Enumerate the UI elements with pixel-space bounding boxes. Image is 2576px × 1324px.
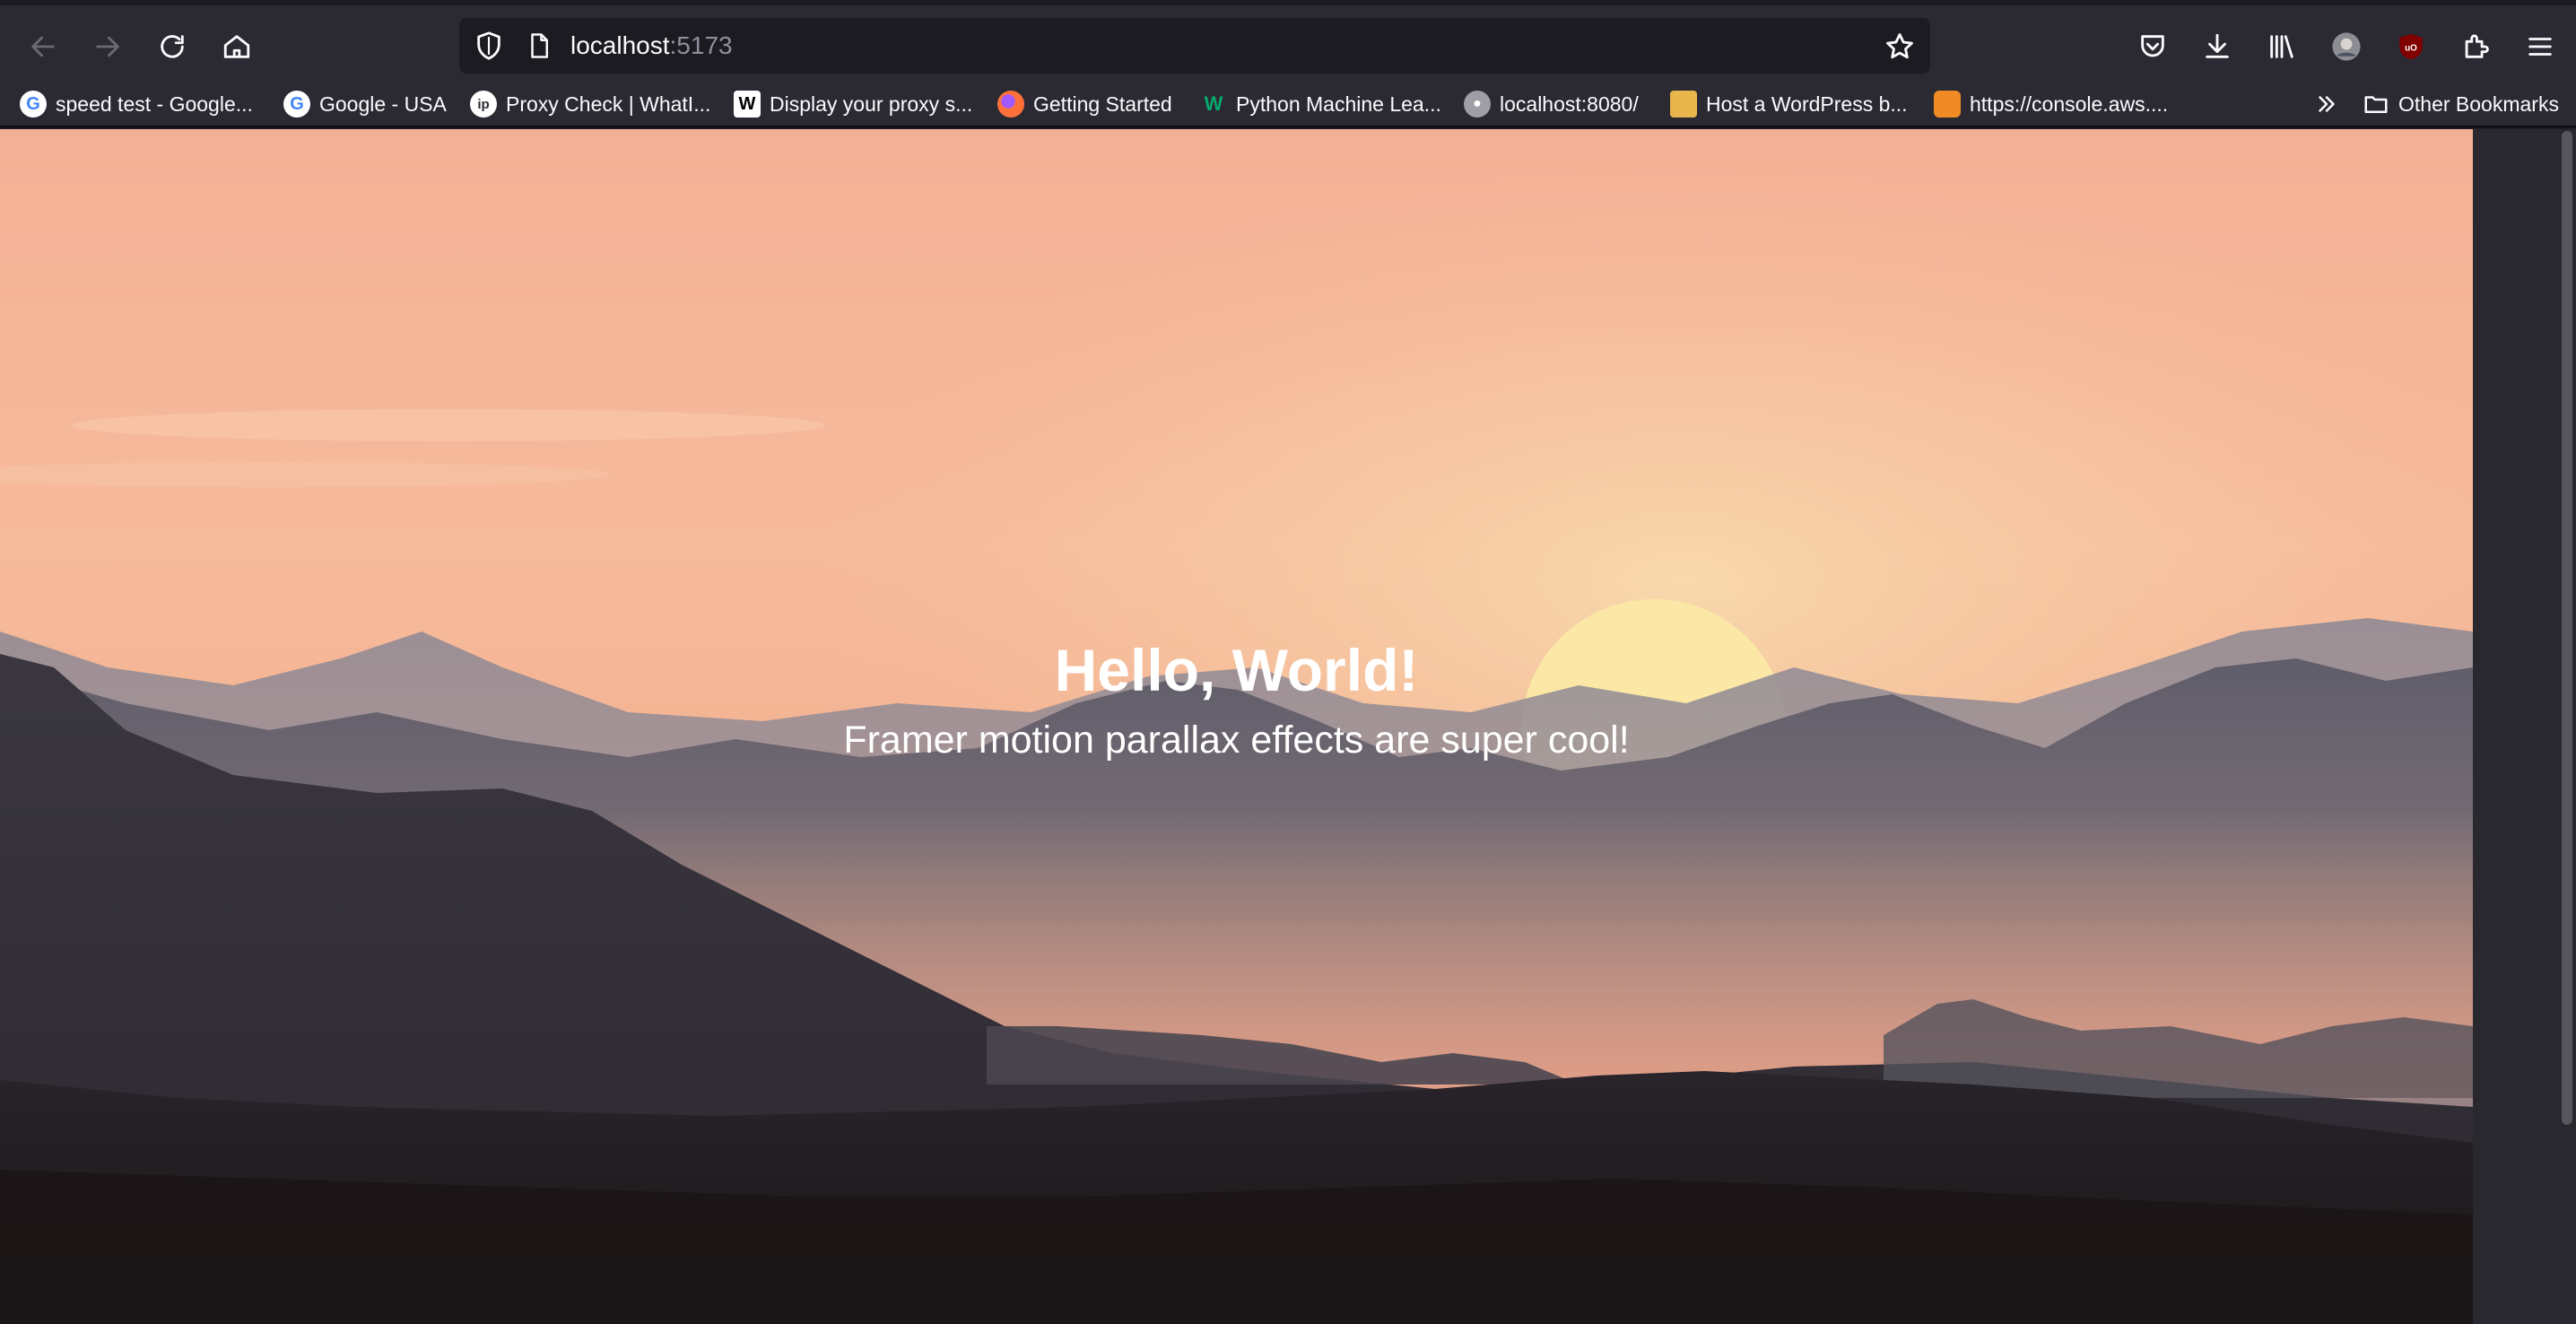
scrollbar-track[interactable] bbox=[2473, 129, 2576, 1324]
app-menu-button[interactable] bbox=[2515, 22, 2565, 72]
forward-button[interactable] bbox=[83, 22, 133, 72]
bookmark-star-icon[interactable] bbox=[1882, 29, 1918, 65]
w3-icon: W bbox=[1204, 92, 1223, 115]
firefox-icon bbox=[997, 91, 1024, 118]
url-bar[interactable]: localhost:5173 bbox=[459, 18, 1930, 74]
pocket-icon bbox=[2141, 35, 2164, 57]
bookmark-label: Python Machine Lea... bbox=[1236, 91, 1441, 116]
double-chevron-icon bbox=[2319, 96, 2335, 112]
extensions-button[interactable] bbox=[2450, 22, 2501, 72]
bookmark-label: Getting Started bbox=[1033, 91, 1172, 116]
extensions-icon bbox=[2465, 34, 2489, 58]
account-avatar bbox=[2332, 32, 2361, 61]
reload-icon bbox=[161, 35, 184, 58]
folder-icon bbox=[2364, 96, 2388, 113]
back-arrow-icon bbox=[31, 36, 55, 57]
bookmark-item[interactable]: W Python Machine Lea... bbox=[1200, 83, 1441, 126]
reload-button[interactable] bbox=[147, 22, 197, 72]
bookmark-item[interactable]: ip Proxy Check | WhatI... bbox=[470, 83, 710, 126]
bookmark-item[interactable]: G Google - USA bbox=[283, 83, 447, 126]
hero-subtitle: Framer motion parallax effects are super… bbox=[843, 719, 1630, 762]
url-text[interactable]: localhost:5173 bbox=[570, 18, 733, 74]
box-icon bbox=[1670, 91, 1697, 118]
scrollbar-thumb[interactable] bbox=[2562, 131, 2572, 1125]
bookmark-label: Google - USA bbox=[319, 91, 447, 116]
ip-icon: ip bbox=[470, 91, 497, 118]
pocket-button[interactable] bbox=[2128, 22, 2178, 72]
url-host: localhost bbox=[570, 31, 670, 59]
bookmark-label: Display your proxy s... bbox=[770, 91, 973, 116]
downloads-button[interactable] bbox=[2192, 22, 2242, 72]
back-button[interactable] bbox=[18, 22, 68, 72]
elephant-icon: ● bbox=[1464, 91, 1491, 118]
bookmark-item[interactable]: ● localhost:8080/ bbox=[1464, 83, 1639, 126]
download-icon bbox=[2206, 33, 2229, 58]
url-port: :5173 bbox=[669, 31, 733, 59]
bookmark-item[interactable]: W Display your proxy s... bbox=[734, 83, 972, 126]
library-icon bbox=[2270, 35, 2293, 58]
other-bookmarks-label: Other Bookmarks bbox=[2398, 91, 2559, 116]
home-icon bbox=[223, 35, 250, 58]
google-icon: G bbox=[20, 91, 47, 118]
browser-toolbar: localhost:5173 uO bbox=[0, 0, 2576, 83]
bookmark-label: speed test - Google... bbox=[56, 91, 253, 116]
bookmark-label: https://console.aws.... bbox=[1970, 91, 2169, 116]
google-icon: G bbox=[283, 91, 310, 118]
forward-arrow-icon bbox=[96, 36, 119, 57]
other-bookmarks[interactable]: Other Bookmarks bbox=[2363, 83, 2559, 126]
w-icon: W bbox=[734, 91, 761, 118]
bookmark-label: Host a WordPress b... bbox=[1706, 91, 1908, 116]
bookmark-item[interactable]: https://console.aws.... bbox=[1934, 83, 2168, 126]
bookmark-label: Proxy Check | WhatI... bbox=[506, 91, 711, 116]
bookmark-item[interactable]: G speed test - Google... bbox=[20, 83, 253, 126]
shield-icon[interactable] bbox=[472, 29, 506, 63]
hero-title: Hello, World! bbox=[1054, 637, 1419, 703]
bookmarks-overflow-button[interactable] bbox=[2309, 86, 2345, 122]
bookmarks-bar: G speed test - Google... G Google - USA … bbox=[0, 83, 2576, 127]
page-icon bbox=[524, 30, 554, 61]
account-button[interactable] bbox=[2321, 22, 2371, 72]
svg-text:uO: uO bbox=[2405, 43, 2417, 53]
aws-icon bbox=[1934, 91, 1961, 118]
bookmark-label: localhost:8080/ bbox=[1500, 91, 1639, 116]
bookmark-item[interactable]: Host a WordPress b... bbox=[1670, 83, 1908, 126]
bookmark-item[interactable]: Getting Started bbox=[997, 83, 1172, 126]
page-viewport: Hello, World! Framer motion parallax eff… bbox=[0, 129, 2473, 1324]
ublock-button[interactable]: uO bbox=[2386, 22, 2436, 72]
ublock-icon: uO bbox=[2399, 33, 2423, 60]
home-button[interactable] bbox=[212, 22, 262, 72]
menu-icon bbox=[2528, 38, 2552, 56]
library-button[interactable] bbox=[2257, 22, 2307, 72]
